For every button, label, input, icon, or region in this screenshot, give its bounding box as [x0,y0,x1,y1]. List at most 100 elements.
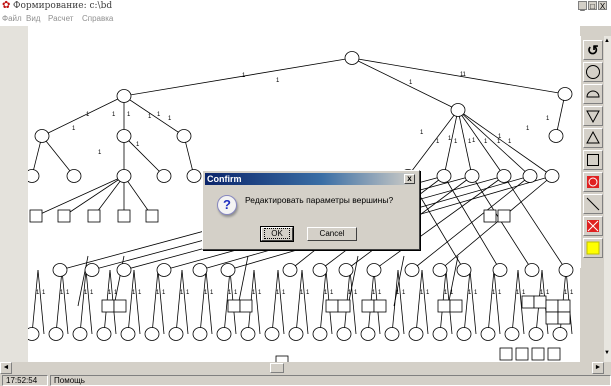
tree-edge [35,175,125,217]
edge-label: 1 [132,290,136,296]
cancel-button[interactable]: Cancel [307,227,357,241]
tree-node-square [239,299,253,313]
refresh-tool-button[interactable]: ↺ [583,40,603,60]
tree-edge [351,57,566,95]
tree-edge [123,57,353,97]
menu-bar: Файл Вид Расчет Справка [0,12,611,26]
edge-label: 1 [42,290,46,296]
tree-node-circle [192,263,208,277]
edge-label: 1 [540,290,544,296]
edge-label: 1 [112,112,116,118]
edge-label: 1 [526,126,530,132]
tree-node-circle [116,89,132,103]
tree-edge [351,57,459,111]
status-bar: 17:52:54 Помощь [0,374,611,386]
tree-node-circle [432,263,448,277]
line-tool-button[interactable] [583,194,603,214]
edge-label: 1 [136,142,140,148]
close-button[interactable]: X [598,1,607,11]
edge-label: 1 [90,290,94,296]
dialog-title-bar: Confirm x [205,173,417,185]
semicircle-icon [586,90,600,98]
tree-node-circle [48,327,64,341]
scroll-right-button[interactable]: ► [592,362,604,374]
edge-label: 1 [306,290,310,296]
edge-label: 1 [228,290,232,296]
tree-edge [133,269,141,335]
circular-arrows-icon: ↺ [587,42,599,58]
tree-node-circle [116,169,132,183]
tree-edge [37,269,45,335]
scroll-up-icon[interactable]: ▲ [604,38,610,44]
edge-label: 1 [474,290,478,296]
tree-edge [447,255,459,307]
tree-node-circle [186,169,202,183]
tree-node-circle [240,327,256,341]
tree-edge [85,269,93,335]
tree-node-circle [288,327,304,341]
edge-label: 1 [330,290,334,296]
red-cross-icon [587,220,599,232]
edge-label: 1 [324,290,328,296]
tree-node-circle [557,87,573,101]
tree-edge [411,175,531,271]
edge-label: 1 [454,139,458,145]
tree-edge [127,269,135,335]
edge-label: 1 [300,290,304,296]
tree-node-circle [404,263,420,277]
edge-label: 1 [168,116,172,122]
tree-node-square [57,209,71,223]
tree-node-square [113,299,127,313]
horizontal-scrollbar[interactable]: ◄ ► [0,362,611,374]
ok-button[interactable]: OK [260,226,294,242]
delete-tool-button[interactable] [583,216,603,236]
yellow-tool-button[interactable] [583,238,603,258]
menu-calculation[interactable]: Расчет [48,12,73,26]
triangle-up-tool-button[interactable] [583,128,603,148]
semicircle-tool-button[interactable] [583,84,603,104]
circle-tool-button[interactable] [583,62,603,82]
edge-label: 1 [148,114,152,120]
tree-edge [407,109,459,177]
tree-node-circle [366,263,382,277]
scroll-left-button[interactable]: ◄ [0,362,12,374]
dialog-title: Confirm [207,174,242,184]
red-circle-tool-button[interactable] [583,172,603,192]
status-help: Помощь [50,375,611,386]
tree-node-circle [408,327,424,341]
scroll-thumb[interactable] [270,363,284,373]
scroll-down-icon[interactable]: ▼ [604,350,610,356]
menu-file[interactable]: Файл [2,12,22,26]
vertical-scrollbar[interactable]: ▲ ▼ [604,36,611,362]
edge-label: 1 [546,290,550,296]
triangle-down-tool-button[interactable] [583,106,603,126]
tree-node-circle [558,263,574,277]
dialog-close-button[interactable]: x [404,174,415,184]
tree-node-circle [28,169,40,183]
tree-edge [123,95,185,137]
menu-help[interactable]: Справка [82,12,113,26]
edge-label: 1 [127,112,131,118]
confirm-dialog: Confirm x ? Редактировать параметры верш… [202,170,420,250]
maximize-button[interactable]: □ [588,1,597,11]
tree-node-circle [96,327,112,341]
edge-label: 1 [157,112,161,118]
edge-label: 1 [508,139,512,145]
tree-node-circle [72,327,88,341]
shape-toolbar: ↺ [580,36,605,268]
tree-node-circle [116,263,132,277]
edge-label: 1 [276,290,280,296]
tree-node-circle [384,327,400,341]
tree-node-circle [544,169,560,183]
edge-label: 1 [472,138,476,144]
tree-node-circle [456,327,472,341]
tree-node-circle [312,327,328,341]
tree-edge [397,269,405,335]
title-bar: ✿ Формирование: c:\bd _ □ X [0,0,611,12]
minimize-button[interactable]: _ [578,1,587,11]
edge-label: 1 [66,290,70,296]
tree-node-square [117,209,131,223]
tree-edge [123,135,165,177]
square-tool-button[interactable] [583,150,603,170]
menu-view[interactable]: Вид [26,12,40,26]
